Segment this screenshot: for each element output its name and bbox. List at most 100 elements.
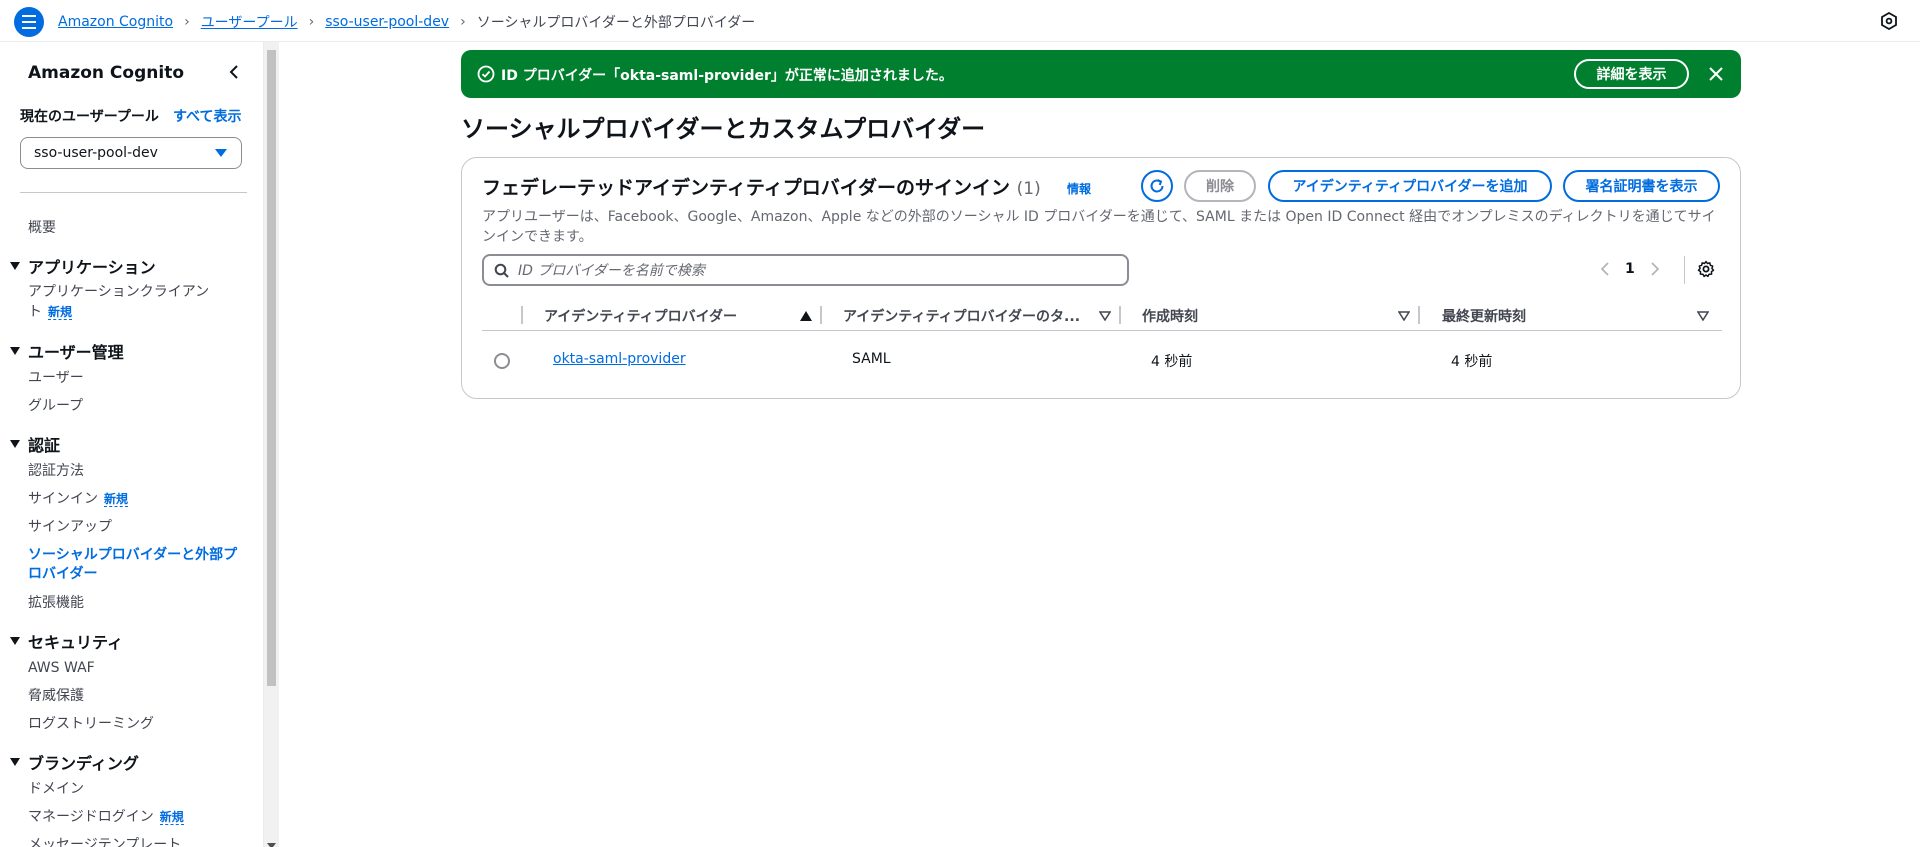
column-header-type[interactable]: アイデンティティプロバイダーのタ... [843, 306, 1080, 326]
flash-message: ID プロバイダー「okta-saml-provider」が正常に追加されました… [501, 68, 953, 84]
check-circle-icon [477, 65, 495, 83]
sort-icon[interactable] [1696, 309, 1710, 322]
collapse-sidebar-icon[interactable] [224, 61, 244, 83]
sidebar-item-label: ト [28, 304, 42, 320]
sort-icon[interactable] [1098, 309, 1112, 322]
column-header-provider[interactable]: アイデンティティプロバイダー [544, 306, 737, 326]
sidebar-section-applications[interactable]: アプリケーション [10, 254, 156, 278]
sidebar-title: Amazon Cognito [28, 63, 184, 83]
sidebar-item-sign-in[interactable]: サインイン 新規 [28, 490, 129, 509]
column-header-created[interactable]: 作成時刻 [1142, 306, 1198, 326]
column-divider [1119, 306, 1121, 324]
row-select-radio[interactable] [494, 353, 510, 369]
sidebar-section-branding[interactable]: ブランディング [10, 750, 139, 774]
breadcrumb-pool[interactable]: sso-user-pool-dev [325, 14, 449, 30]
sidebar-item-sign-up[interactable]: サインアップ [28, 518, 112, 537]
new-badge[interactable]: 新規 [159, 810, 184, 825]
sidebar-item-auth-methods[interactable]: 認証方法 [28, 462, 84, 481]
updated-time: 4 秒前 [1451, 354, 1493, 370]
breadcrumb-user-pools[interactable]: ユーザープール [201, 12, 298, 32]
caret-down-icon [10, 262, 20, 270]
chevron-right-icon: › [460, 14, 466, 30]
sidebar-item-groups[interactable]: グループ [28, 397, 83, 416]
chevron-right-icon: › [308, 14, 315, 30]
breadcrumb: Amazon Cognito › ユーザープール › sso-user-pool… [58, 12, 755, 32]
breadcrumb-current: ソーシャルプロバイダーと外部プロバイダー [476, 15, 756, 31]
page-number[interactable]: 1 [1625, 261, 1635, 277]
identity-providers-container: フェデレーテッドアイデンティティプロバイダーのサインイン (1) 情報 削除 ア… [461, 157, 1741, 399]
column-divider [820, 306, 822, 324]
sidebar-section-auth[interactable]: 認証 [10, 432, 60, 456]
sidebar-divider [20, 192, 247, 193]
sidebar-item-log-streaming[interactable]: ログストリーミング [28, 715, 154, 734]
caret-down-icon [215, 149, 227, 157]
sort-ascending-icon[interactable] [800, 309, 812, 321]
scroll-down-arrow-icon[interactable] [267, 837, 276, 847]
container-title: フェデレーテッドアイデンティティプロバイダーのサインイン (1) [482, 173, 1041, 200]
sidebar-item-extensions[interactable]: 拡張機能 [28, 594, 84, 613]
sort-icon[interactable] [1397, 309, 1411, 322]
sidebar-item-managed-login[interactable]: マネージドログイン 新規 [28, 808, 184, 827]
new-badge[interactable]: 新規 [104, 492, 129, 507]
section-label: ブランディング [28, 754, 139, 773]
sidebar-section-security[interactable]: セキュリティ [10, 629, 123, 653]
refresh-icon [1150, 179, 1164, 193]
sidebar: Amazon Cognito 現在のユーザープール すべて表示 sso-user… [0, 42, 264, 847]
view-details-button[interactable]: 詳細を表示 [1574, 59, 1689, 89]
column-divider [521, 306, 523, 324]
sidebar-item-overview[interactable]: 概要 [28, 219, 56, 238]
caret-down-icon [10, 440, 20, 448]
hamburger-icon [22, 13, 36, 31]
sidebar-item-label: アプリケーションクライアン [28, 284, 210, 300]
view-signing-certificate-button[interactable]: 署名証明書を表示 [1563, 170, 1720, 202]
provider-name-link[interactable]: okta-saml-provider [553, 351, 686, 367]
close-icon[interactable] [1706, 64, 1726, 84]
section-label: 認証 [28, 436, 61, 455]
section-label: アプリケーション [28, 258, 156, 277]
table-row: okta-saml-provider SAML 4 秒前 4 秒前 [482, 331, 1722, 391]
section-label: セキュリティ [28, 633, 124, 652]
menu-button[interactable] [14, 7, 44, 37]
sidebar-item-aws-waf[interactable]: AWS WAF [28, 659, 95, 678]
column-header-updated[interactable]: 最終更新時刻 [1442, 306, 1526, 326]
table-header: アイデンティティプロバイダー アイデンティティプロバイダーのタ... 作成時刻 … [482, 298, 1722, 331]
refresh-button[interactable] [1141, 170, 1173, 202]
container-description: アプリユーザーは、Facebook、Google、Amazon、Apple など… [482, 209, 1716, 245]
caret-down-icon [10, 347, 20, 355]
sidebar-item-message-templates[interactable]: メッセージテンプレート [28, 836, 181, 847]
breadcrumb-cognito[interactable]: Amazon Cognito [58, 14, 173, 30]
provider-type: SAML [852, 351, 891, 367]
chevron-right-icon: › [184, 14, 190, 30]
caret-down-icon [10, 758, 20, 766]
sidebar-item-threat-protection[interactable]: 脅威保護 [28, 687, 84, 706]
search-icon [494, 263, 510, 279]
section-label: ユーザー管理 [28, 343, 124, 362]
pagination: 1 [1599, 260, 1661, 278]
sidebar-item-social-providers[interactable]: ソーシャルプロバイダーと外部プ [28, 546, 237, 565]
created-time: 4 秒前 [1151, 354, 1193, 370]
previous-page-icon[interactable] [1599, 260, 1611, 278]
user-pool-select[interactable]: sso-user-pool-dev [20, 137, 242, 169]
delete-button[interactable]: 削除 [1184, 170, 1256, 202]
column-divider [1418, 306, 1420, 324]
next-page-icon[interactable] [1649, 260, 1661, 278]
pagination-divider [1684, 256, 1685, 284]
sidebar-item-app-clients[interactable]: アプリケーションクライアン [28, 283, 209, 302]
gear-icon[interactable] [1697, 260, 1717, 280]
sidebar-item-users[interactable]: ユーザー [28, 369, 84, 388]
page-title: ソーシャルプロバイダーとカスタムプロバイダー [461, 115, 986, 143]
new-badge[interactable]: 新規 [48, 305, 73, 320]
hexagon-settings-icon[interactable] [1878, 10, 1900, 32]
sidebar-scrollbar-thumb[interactable] [267, 50, 276, 686]
sidebar-item-label: サインイン [28, 491, 98, 507]
sidebar-item-domain[interactable]: ドメイン [28, 780, 84, 799]
sidebar-item-app-clients-cont[interactable]: ト新規 [28, 303, 73, 322]
sidebar-section-user-management[interactable]: ユーザー管理 [10, 339, 124, 363]
view-all-link[interactable]: すべて表示 [173, 106, 241, 126]
container-title-text: フェデレーテッドアイデンティティプロバイダーのサインイン [482, 177, 1011, 199]
caret-down-icon [10, 637, 20, 645]
sidebar-item-social-providers-cont[interactable]: ロバイダー [28, 565, 97, 584]
search-input[interactable]: ID プロバイダーを名前で検索 [482, 254, 1129, 286]
info-link[interactable]: 情報 [1067, 180, 1091, 197]
add-identity-provider-button[interactable]: アイデンティティプロバイダーを追加 [1268, 170, 1552, 202]
